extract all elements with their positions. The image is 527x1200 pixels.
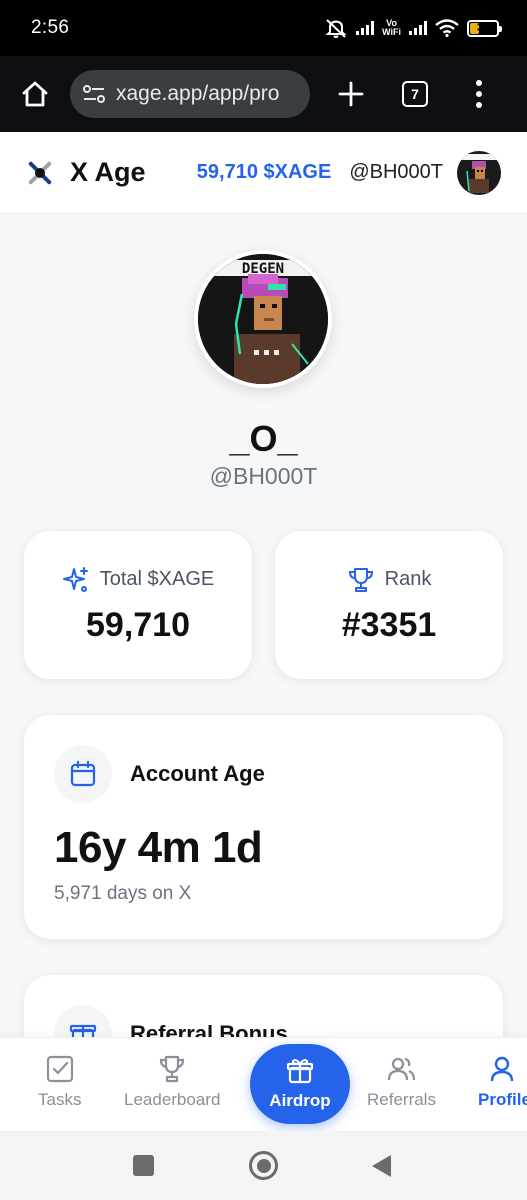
header-avatar[interactable] xyxy=(457,150,501,195)
calendar-icon xyxy=(70,760,96,787)
battery-level: 38 xyxy=(476,22,490,34)
home-icon xyxy=(22,81,48,107)
app-header: X Age 59,710 $XAGE @BH000T xyxy=(0,132,527,214)
account-age-card: Account Age 16y 4m 1d 5,971 days on X xyxy=(24,715,503,939)
rank-label: Rank xyxy=(384,568,432,590)
nav-profile-label: Profile xyxy=(478,1090,527,1109)
home-button[interactable] xyxy=(20,79,50,109)
x-age-logo-icon[interactable] xyxy=(26,159,54,187)
site-settings-icon xyxy=(83,85,105,103)
user-icon xyxy=(490,1056,514,1082)
app-name[interactable]: X Age xyxy=(70,157,146,188)
total-xage-value: 59,710 xyxy=(86,605,190,644)
profile-handle: @BH000T xyxy=(209,463,318,489)
system-nav-bar xyxy=(0,1131,527,1200)
status-icons: Vo WiFi 38 xyxy=(324,18,502,38)
nav-tasks[interactable]: Tasks xyxy=(38,1054,81,1110)
browser-toolbar: xage.app/app/pro 7 xyxy=(0,56,527,132)
trophy-icon xyxy=(160,1055,185,1083)
nav-airdrop[interactable]: Airdrop xyxy=(250,1044,350,1124)
status-bar: 2:56 Vo WiFi 38 xyxy=(0,0,527,56)
nav-referrals-label: Referrals xyxy=(367,1090,436,1109)
battery-icon: 38 xyxy=(467,19,502,37)
users-icon xyxy=(388,1057,416,1081)
rank-card: Rank #3351 xyxy=(275,531,503,679)
recents-button[interactable] xyxy=(133,1155,154,1176)
wifi-icon xyxy=(435,19,459,37)
bottom-nav: Tasks Leaderboard Airdrop Referrals Prof… xyxy=(0,1037,527,1131)
account-age-days: 5,971 days on X xyxy=(54,883,192,904)
calendar-icon-wrap xyxy=(54,745,112,803)
trophy-icon xyxy=(348,567,373,592)
nav-leaderboard-label: Leaderboard xyxy=(124,1090,221,1109)
address-bar[interactable]: xage.app/app/pro xyxy=(70,70,310,118)
back-button[interactable] xyxy=(372,1155,391,1177)
sparkles-icon xyxy=(62,566,88,592)
url-text: xage.app/app/pro xyxy=(116,82,280,105)
header-handle: @BH000T xyxy=(349,161,443,183)
mute-icon xyxy=(325,19,347,38)
nav-referrals[interactable]: Referrals xyxy=(367,1054,436,1110)
total-xage-label: Total $XAGE xyxy=(99,568,215,590)
account-age-value: 16y 4m 1d xyxy=(54,823,263,872)
total-xage-card: Total $XAGE 59,710 xyxy=(24,531,252,679)
account-age-title: Account Age xyxy=(130,761,265,786)
rank-value: #3351 xyxy=(341,605,437,644)
plus-icon xyxy=(338,81,364,107)
profile-avatar: DEGEN xyxy=(194,250,332,388)
gift-icon xyxy=(286,1059,314,1084)
checkbox-icon xyxy=(46,1055,73,1083)
system-home-button[interactable] xyxy=(249,1151,278,1180)
tab-switcher-button[interactable]: 7 xyxy=(402,81,428,107)
signal-icon-2 xyxy=(409,21,427,35)
nav-airdrop-label: Airdrop xyxy=(269,1091,331,1110)
nav-tasks-label: Tasks xyxy=(38,1090,82,1109)
browser-menu-button[interactable] xyxy=(474,80,484,108)
vowifi-icon: Vo WiFi xyxy=(382,18,401,37)
header-balance: 59,710 $XAGE xyxy=(196,161,332,183)
nav-leaderboard[interactable]: Leaderboard xyxy=(124,1054,220,1110)
display-name: _O_ xyxy=(229,418,298,459)
signal-icon xyxy=(356,21,375,35)
status-time: 2:56 xyxy=(31,17,70,38)
new-tab-button[interactable] xyxy=(336,79,366,109)
nav-profile[interactable]: Profile xyxy=(478,1054,527,1110)
